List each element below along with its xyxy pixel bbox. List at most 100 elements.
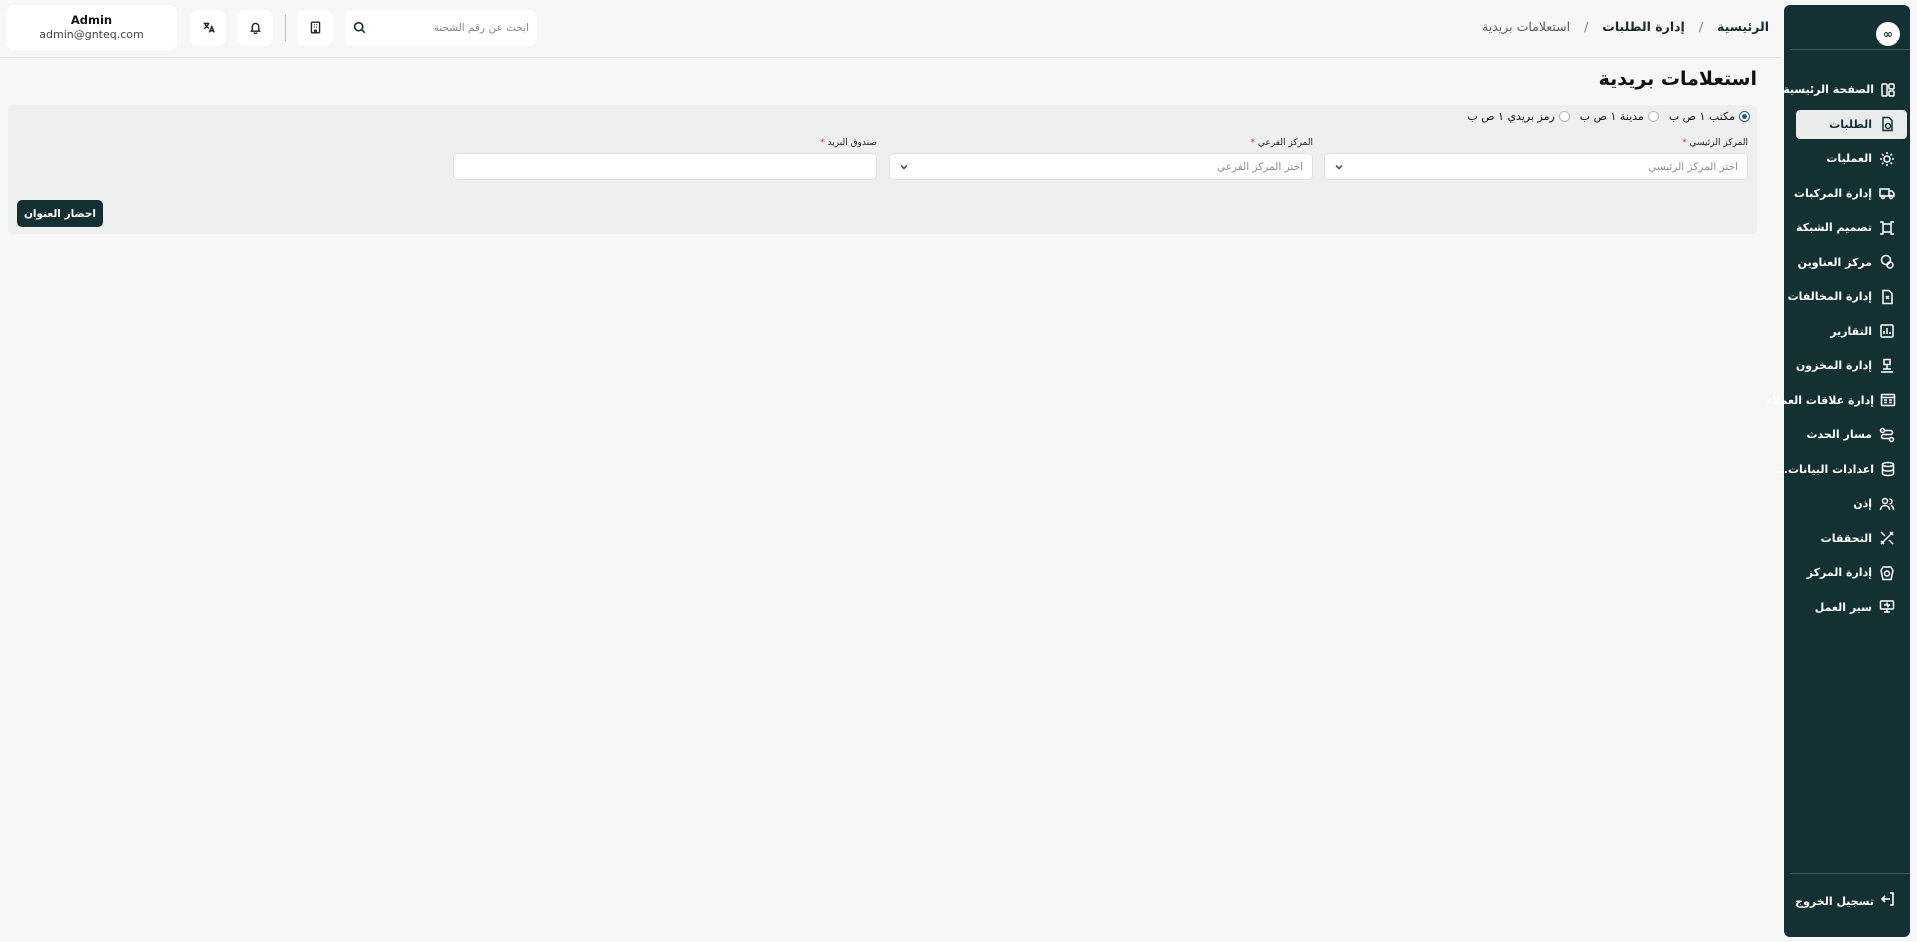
sidebar-item-3[interactable]: إدارة المركبات	[1784, 179, 1910, 208]
shipment-search[interactable]	[345, 10, 537, 46]
radio-label: رمز بريدي ١ ص ب	[1467, 110, 1555, 123]
operations-icon	[1878, 150, 1896, 168]
sidebar-item-10[interactable]: مسار الحدث	[1784, 420, 1910, 449]
query-type-radio-1[interactable]: مدينة ١ ص ب	[1580, 110, 1659, 123]
sidebar-item-1[interactable]: الطلبات	[1796, 109, 1907, 139]
sub-center-placeholder: اختر المركز الفرعي	[1216, 160, 1303, 173]
inventory-icon	[1878, 357, 1896, 375]
sidebar-item-13[interactable]: التحققات	[1784, 524, 1910, 553]
sidebar-item-11[interactable]: اعدادات البيانات...	[1775, 455, 1910, 484]
user-email: admin@gnteq.com	[39, 28, 144, 41]
sidebar-item-label: إذن	[1853, 497, 1872, 510]
sidebar-item-label: اعدادات البيانات...	[1775, 462, 1874, 476]
sidebar-item-label: إدارة علاقات العملاء	[1766, 393, 1874, 407]
sidebar-item-label: الطلبات	[1829, 117, 1872, 131]
radio-label: مكتب ١ ص ب	[1668, 110, 1735, 123]
sidebar-item-label: مركز العناوين	[1797, 255, 1872, 269]
logout-icon	[1880, 891, 1896, 911]
sidebar-item-6[interactable]: إدارة المخالفات	[1784, 282, 1910, 311]
po-box-label: صندوق البريد *	[820, 138, 877, 148]
radio-button[interactable]	[1558, 111, 1570, 122]
sub-center-field: المركز الفرعي * اختر المركز الفرعي	[889, 138, 1313, 180]
sidebar-item-label: إدارة المخالفات	[1787, 290, 1872, 303]
center-icon	[1878, 564, 1896, 582]
truck-icon	[1878, 184, 1896, 202]
header-divider	[285, 15, 286, 41]
breadcrumb-orders[interactable]: إدارة الطلبات	[1602, 19, 1685, 34]
sidebar-item-label: إدارة المخزون	[1795, 359, 1872, 372]
user-name: Admin	[70, 13, 113, 27]
sidebar-item-label: الصفحة الرئيسية	[1783, 83, 1874, 96]
main-center-select[interactable]: اختر المركز الرئيسي	[1324, 153, 1748, 180]
sidebar-item-12[interactable]: إذن	[1784, 489, 1910, 518]
sidebar-item-2[interactable]: العمليات	[1784, 144, 1910, 173]
user-card[interactable]: Admin admin@gnteq.com	[6, 5, 177, 50]
app-logo-icon[interactable]: ∞	[1876, 22, 1900, 46]
location-icon	[1878, 253, 1896, 271]
network-icon	[1878, 219, 1896, 237]
sub-center-label: المركز الفرعي *	[1250, 138, 1313, 148]
sidebar-item-9[interactable]: إدارة علاقات العملاء	[1767, 386, 1910, 415]
radio-button[interactable]	[1739, 111, 1750, 122]
query-type-radio-0[interactable]: مكتب ١ ص ب	[1669, 110, 1750, 123]
sidebar-item-0[interactable]: الصفحة الرئيسية	[1783, 75, 1910, 104]
sidebar-item-7[interactable]: التقارير	[1784, 317, 1910, 346]
translate-icon	[202, 19, 215, 38]
sidebar-item-15[interactable]: سير العمل	[1784, 593, 1910, 622]
notifications-button[interactable]	[237, 10, 273, 46]
language-button[interactable]	[190, 10, 226, 46]
chevron-down-icon	[899, 157, 909, 176]
building-icon	[309, 19, 322, 38]
sidebar-divider-top	[1790, 49, 1910, 50]
sidebar-item-label: التحققات	[1820, 531, 1872, 545]
search-icon	[353, 19, 366, 38]
building-button[interactable]	[297, 10, 333, 46]
logout-label: تسجيل الخروج	[1795, 894, 1874, 908]
logout-button[interactable]: تسجيل الخروج	[1784, 889, 1910, 913]
sidebar-item-14[interactable]: إدارة المركز	[1784, 558, 1910, 587]
sidebar-item-label: إدارة المركبات	[1793, 186, 1872, 200]
sidebar-item-4[interactable]: تصميم الشبكة	[1784, 213, 1910, 242]
main-center-placeholder: اختر المركز الرئيسي	[1648, 160, 1738, 173]
route-icon	[1878, 426, 1896, 444]
main-center-field: المركز الرئيسي * اختر المركز الرئيسي	[1324, 138, 1748, 180]
breadcrumb-home[interactable]: الرئيسية	[1717, 19, 1769, 34]
sidebar-nav: الصفحة الرئيسية الطلبات العمليات إدارة المر…	[1767, 75, 1910, 627]
radio-label: مدينة ١ ص ب	[1579, 110, 1644, 123]
radio-button[interactable]	[1647, 111, 1659, 122]
sidebar-item-label: سير العمل	[1814, 600, 1872, 614]
query-type-radios: مكتب ١ ص ب مدينة ١ ص ب رمز بريدي ١ ص ب	[1467, 110, 1750, 123]
sub-center-select[interactable]: اختر المركز الفرعي	[889, 153, 1313, 180]
sidebar-item-5[interactable]: مركز العناوين	[1784, 248, 1910, 277]
po-box-field: صندوق البريد *	[453, 138, 877, 180]
sidebar-item-label: تصميم الشبكة	[1796, 221, 1872, 234]
sidebar-divider-bottom	[1790, 873, 1910, 874]
breadcrumb-separator: /	[1584, 19, 1589, 34]
sidebar: ∞ الصفحة الرئيسية الطلبات العمليات إدارة ال…	[1767, 5, 1910, 937]
breadcrumb-current: استعلامات بريدية	[1482, 19, 1571, 34]
search-input[interactable]	[366, 22, 529, 34]
sidebar-item-label: مسار الحدث	[1806, 428, 1872, 441]
orders-icon	[1878, 115, 1896, 133]
workflow-icon	[1878, 598, 1896, 616]
page-title: استعلامات بريدية	[1598, 68, 1757, 90]
database-icon	[1880, 460, 1896, 478]
sidebar-item-label: العمليات	[1826, 152, 1872, 165]
breadcrumb: الرئيسية / إدارة الطلبات / استعلامات بري…	[1482, 19, 1769, 34]
layout-icon	[1880, 81, 1896, 99]
reports-icon	[1878, 322, 1896, 340]
postal-query-form: مكتب ١ ص ب مدينة ١ ص ب رمز بريدي ١ ص ب الم…	[8, 105, 1757, 234]
chevron-down-icon	[1334, 157, 1344, 176]
users-icon	[1878, 495, 1896, 513]
top-header: الرئيسية / إدارة الطلبات / استعلامات بري…	[0, 0, 1781, 58]
query-type-radio-2[interactable]: رمز بريدي ١ ص ب	[1467, 110, 1570, 123]
tools-icon	[1878, 529, 1896, 547]
sidebar-item-label: إدارة المركز	[1806, 566, 1872, 579]
sidebar-item-8[interactable]: إدارة المخزون	[1784, 351, 1910, 380]
main-center-label: المركز الرئيسي *	[1682, 138, 1748, 148]
breadcrumb-separator: /	[1698, 19, 1704, 34]
violations-icon	[1878, 288, 1896, 306]
fetch-address-button[interactable]: احضار العنوان	[17, 200, 103, 227]
po-box-input[interactable]	[453, 153, 877, 180]
bell-icon	[249, 19, 262, 38]
